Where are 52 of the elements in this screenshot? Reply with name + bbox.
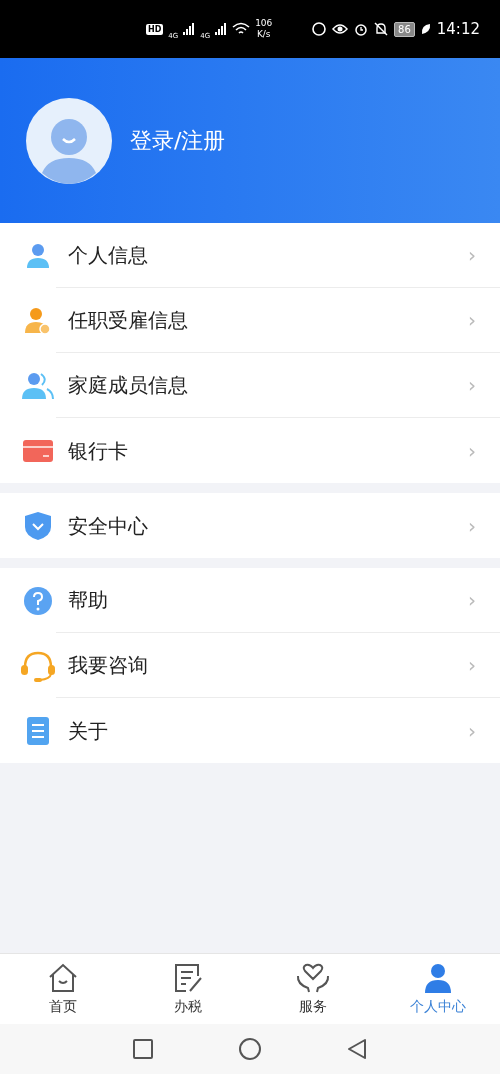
tab[interactable]: 服务 bbox=[250, 954, 375, 1024]
menu-row[interactable]: 帮助 › bbox=[0, 568, 500, 633]
back-icon[interactable] bbox=[347, 1038, 367, 1060]
wifi-icon bbox=[232, 22, 251, 36]
heart-hands-icon bbox=[294, 961, 331, 994]
chevron-icon: › bbox=[468, 510, 476, 541]
question-icon bbox=[23, 585, 53, 616]
clock: 14:12 bbox=[436, 18, 480, 40]
menu-label: 家庭成员信息 bbox=[68, 372, 189, 399]
alarm-icon bbox=[354, 22, 369, 36]
tab[interactable]: 首页 bbox=[0, 954, 125, 1024]
battery-level: 86 bbox=[394, 21, 415, 37]
menu-row[interactable]: 家庭成员信息 › bbox=[0, 353, 500, 418]
menu-label: 我要咨询 bbox=[68, 652, 149, 679]
avatar-icon[interactable] bbox=[26, 97, 112, 184]
chevron-icon: › bbox=[468, 370, 476, 400]
document-icon bbox=[26, 715, 50, 746]
chevron-icon: › bbox=[468, 305, 476, 335]
chevron-icon: › bbox=[468, 715, 476, 746]
menu-label: 安全中心 bbox=[68, 512, 149, 540]
person-badge-icon bbox=[23, 305, 53, 336]
menu-row[interactable]: 安全中心 › bbox=[0, 493, 500, 558]
menu-row[interactable]: 我要咨询 › bbox=[0, 633, 500, 698]
menu-row[interactable]: 任职受雇信息 › bbox=[0, 288, 500, 353]
menu-row[interactable]: 个人信息 › bbox=[0, 223, 500, 288]
tab[interactable]: 办税 bbox=[125, 954, 250, 1024]
menu-label: 帮助 bbox=[68, 587, 109, 614]
chevron-icon: › bbox=[468, 585, 476, 615]
card-icon bbox=[23, 438, 53, 463]
speed-unit: K/s bbox=[256, 29, 271, 40]
tab[interactable]: 个人中心 bbox=[375, 954, 500, 1024]
chevron-icon: › bbox=[468, 435, 476, 466]
shield-icon bbox=[24, 510, 52, 541]
menu-row[interactable]: 银行卡 › bbox=[0, 418, 500, 483]
people-icon bbox=[21, 370, 55, 401]
chevron-icon: › bbox=[468, 650, 476, 680]
menu-row[interactable]: 关于 › bbox=[0, 698, 500, 763]
chevron-icon: › bbox=[468, 240, 476, 270]
bell-off-icon bbox=[374, 22, 389, 36]
signal-icon bbox=[183, 23, 196, 35]
menu-label: 银行卡 bbox=[68, 437, 129, 465]
menu-label: 关于 bbox=[68, 717, 109, 745]
signal-icon bbox=[215, 23, 228, 35]
recent-apps-icon[interactable] bbox=[133, 1039, 153, 1059]
home-icon[interactable] bbox=[239, 1038, 261, 1060]
leaf-icon bbox=[420, 23, 431, 35]
menu-label: 任职受雇信息 bbox=[68, 307, 189, 334]
speed-value: 106 bbox=[255, 18, 273, 29]
hd-badge: HD bbox=[146, 23, 164, 35]
menu-label: 个人信息 bbox=[68, 242, 149, 269]
eye-icon bbox=[332, 23, 349, 35]
login-link[interactable]: 登录/注册 bbox=[130, 124, 226, 157]
